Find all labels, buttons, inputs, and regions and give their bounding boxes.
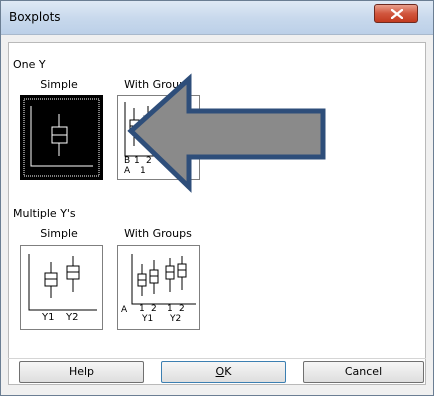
close-button[interactable] xyxy=(374,4,418,23)
axis-label-g2b: 2 xyxy=(179,304,185,314)
axis-label-g1a: 1 xyxy=(139,304,145,314)
axis-label-y1: Y1 xyxy=(42,312,55,323)
caption-one-y-simple: Simple xyxy=(40,78,78,91)
caption-multi-y-simple: Simple xyxy=(40,227,78,240)
button-row-separator xyxy=(8,358,426,359)
close-icon xyxy=(391,9,403,19)
title-bar[interactable]: Boxplots xyxy=(1,1,433,35)
left-arrow-annotation xyxy=(127,73,326,193)
option-multi-y-groups[interactable]: A 1 2 1 2 Y1 Y2 xyxy=(117,245,200,330)
axis-label-a-multi: A xyxy=(121,305,128,315)
boxplot-simple-one-y-icon xyxy=(23,98,100,177)
option-one-y-simple[interactable] xyxy=(20,95,103,180)
axis-label-y2: Y2 xyxy=(66,312,79,323)
section-label-one-y: One Y xyxy=(13,58,46,71)
axis-label-gy2: Y2 xyxy=(170,314,182,324)
axis-label-g1b: 1 xyxy=(167,304,173,314)
ok-button[interactable]: OK xyxy=(161,361,286,383)
help-button[interactable]: Help xyxy=(19,361,144,383)
ok-mnemonic: O xyxy=(215,365,225,378)
axis-label-gy1: Y1 xyxy=(142,314,154,324)
option-multi-y-simple[interactable]: Y1 Y2 xyxy=(20,245,103,330)
ok-label-rest: K xyxy=(224,365,232,378)
boxplot-groups-multi-y-icon xyxy=(131,254,196,305)
boxplots-dialog: Boxplots One Y Simple With Groups B 1 2 … xyxy=(0,0,434,396)
caption-multi-y-groups: With Groups xyxy=(124,227,192,240)
axis-label-g2a: 2 xyxy=(151,304,157,314)
window-title: Boxplots xyxy=(9,10,61,24)
section-label-multiple-y: Multiple Y's xyxy=(13,207,76,220)
boxplot-simple-multi-y-icon xyxy=(28,254,97,311)
cancel-button[interactable]: Cancel xyxy=(303,361,424,383)
